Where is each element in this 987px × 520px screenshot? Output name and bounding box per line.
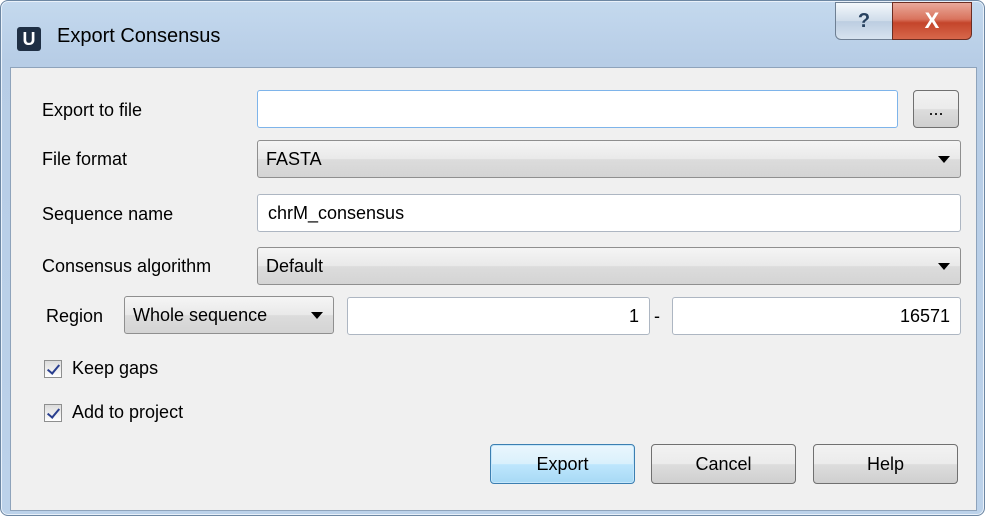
consensus-algorithm-value: Default — [266, 255, 324, 276]
file-format-label: File format — [42, 149, 128, 169]
question-mark-icon: ? — [857, 9, 871, 32]
region-end-input[interactable]: 16571 — [672, 297, 961, 335]
help-title-button[interactable]: ? — [835, 2, 893, 40]
chevron-down-icon — [311, 312, 323, 319]
cancel-button[interactable]: Cancel — [651, 444, 796, 484]
file-format-select[interactable]: FASTA — [257, 140, 961, 178]
add-to-project-label: Add to project — [72, 402, 184, 422]
region-label: Region — [46, 306, 104, 326]
export-button[interactable]: Export — [490, 444, 635, 484]
consensus-algorithm-select[interactable]: Default — [257, 247, 961, 285]
close-icon: X — [924, 8, 940, 33]
export-to-file-label: Export to file — [42, 100, 143, 120]
export-file-input[interactable] — [257, 90, 898, 128]
file-format-value: FASTA — [266, 148, 322, 169]
title-bar[interactable]: U Export Consensus ? X — [1, 1, 984, 67]
app-logo-icon: U — [17, 27, 41, 51]
export-consensus-dialog: U Export Consensus ? X Export to file ..… — [0, 0, 985, 516]
sequence-name-label: Sequence name — [42, 204, 174, 224]
add-to-project-checkbox[interactable] — [44, 403, 62, 422]
help-button[interactable]: Help — [813, 444, 958, 484]
window-title: Export Consensus — [57, 25, 221, 47]
dialog-content: Export to file ... File format FASTA Seq… — [10, 67, 977, 511]
keep-gaps-label: Keep gaps — [72, 358, 159, 378]
add-to-project-checkbox-row[interactable]: Add to project — [44, 402, 183, 423]
consensus-algorithm-label: Consensus algorithm — [42, 256, 212, 276]
region-mode-value: Whole sequence — [133, 304, 268, 325]
keep-gaps-checkbox[interactable] — [44, 359, 62, 378]
chevron-down-icon — [938, 263, 950, 270]
region-start-input[interactable]: 1 — [347, 297, 650, 335]
chevron-down-icon — [938, 156, 950, 163]
keep-gaps-checkbox-row[interactable]: Keep gaps — [44, 358, 158, 379]
browse-button[interactable]: ... — [913, 90, 959, 128]
region-separator: - — [654, 306, 660, 326]
sequence-name-input[interactable]: chrM_consensus — [257, 194, 961, 232]
region-mode-select[interactable]: Whole sequence — [124, 296, 334, 334]
close-button[interactable]: X — [892, 2, 972, 40]
